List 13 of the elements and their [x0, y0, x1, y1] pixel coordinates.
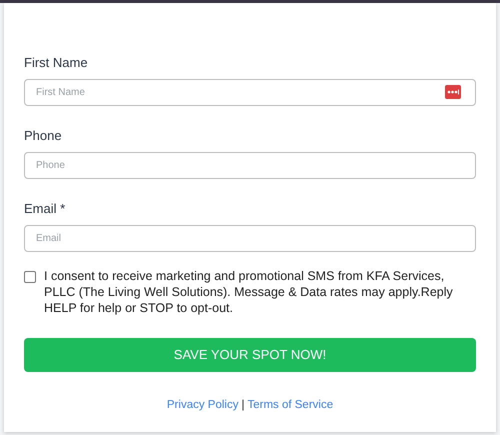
save-spot-button[interactable]: SAVE YOUR SPOT NOW! [24, 338, 476, 372]
input-field[interactable]: Phone [24, 152, 476, 179]
consent-text: I consent to receive marketing and promotional SMS from KFA Services, PLLC (The Living Well Solutions). Message & Data rates may apply.Reply HELP for help or STOP to opt-out. [44, 268, 454, 316]
input-field[interactable]: Email [24, 225, 476, 252]
field-label: First Name [24, 55, 89, 71]
field-label: Email * [24, 201, 66, 217]
dots-icon[interactable] [445, 85, 461, 99]
consent-checkbox[interactable] [24, 271, 36, 283]
privacy-policy-link[interactable]: Privacy Policy [166, 397, 238, 414]
link-separator: | [241, 398, 244, 413]
input-field[interactable]: First Name [24, 79, 476, 106]
field-label: Phone [24, 128, 63, 144]
terms-of-service-link[interactable]: Terms of Service [247, 397, 334, 414]
